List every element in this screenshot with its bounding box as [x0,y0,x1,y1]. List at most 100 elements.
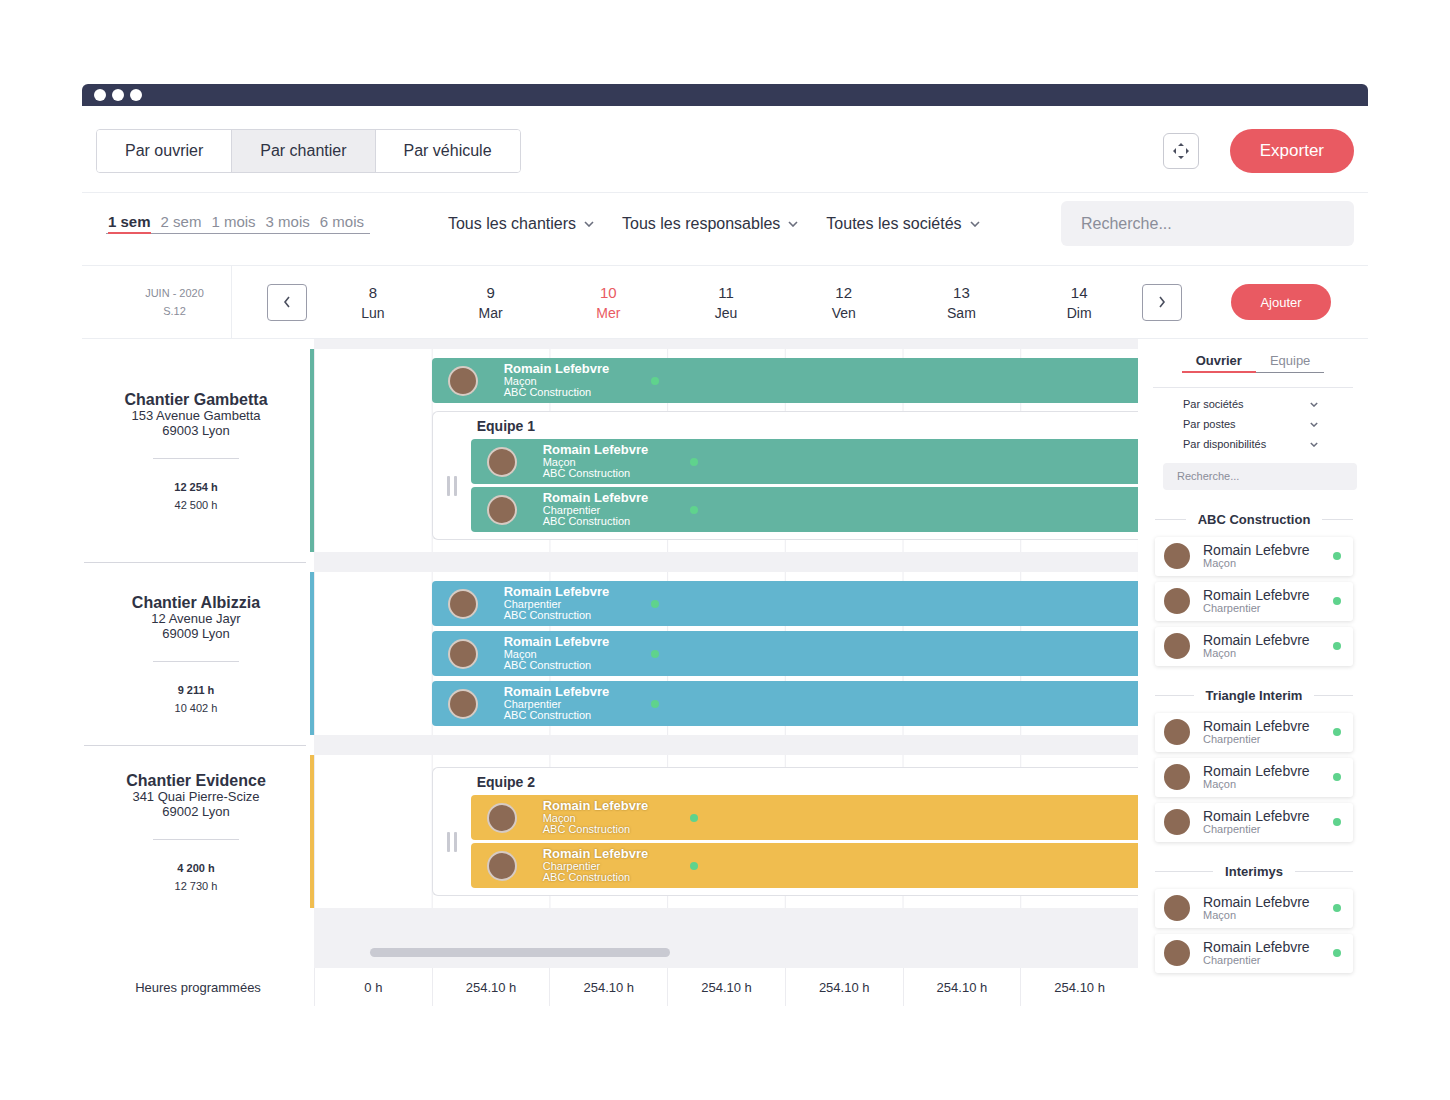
worker-bar[interactable]: Romain LefebvreCharpentierABC Constructi… [432,681,1138,726]
day-header[interactable]: 9Mar [432,284,550,321]
company-group: Triangle Interim Romain LefebvreCharpenti… [1138,688,1368,842]
chantier-address: 153 Avenue Gambetta [131,409,260,423]
dropdown-label: Tous les responsables [622,215,780,233]
worker-role: Charpentier [1203,603,1310,615]
avatar-photo [1162,631,1192,661]
worker-card[interactable]: Romain LefebvreMaçon [1155,537,1353,576]
day-header[interactable]: 13Sam [903,284,1021,321]
drag-handle-icon[interactable] [433,795,471,888]
worker-card[interactable]: Romain LefebvreMaçon [1155,889,1353,928]
scroll-area [82,908,1138,968]
worker-name: Romain Lefebvre [1203,940,1310,955]
chantier-info[interactable]: Chantier Albizzia12 Avenue Jayr69009 Lyo… [82,572,310,735]
spacer-left [82,908,314,968]
worker-text: Romain LefebvreMaçonABC Construction [543,443,683,480]
day-columns: 8Lun9Mar10Mer11Jeu12Ven13Sam14Dim [314,266,1138,338]
grid-spacer [82,339,1138,349]
worker-card[interactable]: Romain LefebvreMaçon [1155,758,1353,797]
team-box[interactable]: Equipe 2Romain LefebvreMaçonABC Construc… [432,767,1138,896]
worker-bar[interactable]: Romain LefebvreMaçonABC Construction [471,439,1138,484]
day-name: Dim [1067,305,1092,321]
fullscreen-button[interactable] [1163,133,1199,169]
export-button[interactable]: Exporter [1230,129,1354,173]
worker-card-text: Romain LefebvreMaçon [1203,543,1310,569]
worker-panel: OuvrierEquipe Par sociétés Par postes Par d… [1138,339,1368,1006]
horizontal-scrollbar[interactable] [314,908,1138,968]
team-box[interactable]: Equipe 1Romain LefebvreMaçonABC Construc… [432,411,1138,540]
panel-filter-label: Par postes [1183,418,1236,431]
worker-card[interactable]: Romain LefebvreCharpentier [1155,713,1353,752]
panel-tab[interactable]: Ouvrier [1182,353,1256,373]
schedule-row: Romain LefebvreMaçonABC Construction [314,631,1138,676]
worker-card[interactable]: Romain LefebvreCharpentier [1155,582,1353,621]
availability-dot-icon [690,814,698,822]
scrollbar-thumb[interactable] [370,948,670,957]
prev-week-button[interactable] [267,284,307,321]
day-header[interactable]: 14Dim [1020,284,1138,321]
group-title: ABC Construction [1155,512,1353,527]
row-divider [84,745,306,746]
avatar-photo [1162,893,1192,923]
worker-bar[interactable]: Romain LefebvreMaçonABC Construction [471,795,1138,840]
chantier-schedule: Equipe 2Romain LefebvreMaçonABC Construc… [314,755,1138,908]
next-week-button[interactable] [1142,284,1182,321]
panel-filter[interactable]: Par disponibilités [1183,438,1318,451]
search-field[interactable]: Recherche... [1061,201,1354,246]
panel-search-field[interactable]: Recherche... [1163,463,1357,490]
day-header[interactable]: 12Ven [785,284,903,321]
window-dot-icon[interactable] [94,89,106,101]
worker-card-text: Romain LefebvreCharpentier [1203,940,1310,966]
window-dot-icon[interactable] [112,89,124,101]
day-header[interactable]: 8Lun [314,284,432,321]
worker-bar[interactable]: Romain LefebvreCharpentierABC Constructi… [432,581,1138,626]
avatar-photo [448,589,478,619]
filter-dropdown[interactable]: Toutes les sociétés [826,215,979,233]
chantier-info[interactable]: Chantier Gambetta153 Avenue Gambetta6900… [82,349,310,552]
worker-bar[interactable]: Romain LefebvreMaçonABC Construction [432,631,1138,676]
worker-text: Romain LefebvreMaçonABC Construction [543,799,683,836]
worker-card-text: Romain LefebvreCharpentier [1203,588,1310,614]
group-line [1322,519,1353,520]
filter-dropdown[interactable]: Tous les responsables [622,215,798,233]
day-header[interactable]: 10Mer [549,284,667,321]
worker-card[interactable]: Romain LefebvreCharpentier [1155,934,1353,973]
chantier-row: Chantier Evidence341 Quai Pierre-Scize69… [82,755,1138,908]
period-tab[interactable]: 1 mois [211,213,255,233]
schedule-row: Equipe 2Romain LefebvreMaçonABC Construc… [314,764,1138,899]
panel-tab[interactable]: Equipe [1256,353,1324,373]
period-tab[interactable]: 3 mois [266,213,310,233]
view-tab[interactable]: Par véhicule [375,130,520,172]
view-tab[interactable]: Par ouvrier [97,130,231,172]
worker-card[interactable]: Romain LefebvreCharpentier [1155,803,1353,842]
chevron-down-icon [788,221,798,227]
worker-card[interactable]: Romain LefebvreMaçon [1155,627,1353,666]
day-number: 11 [718,284,734,301]
chevron-left-icon [283,296,291,308]
period-tab[interactable]: 6 mois [320,213,364,233]
availability-dot-icon [651,700,659,708]
panel-filter[interactable]: Par sociétés [1183,398,1318,411]
filter-dropdown[interactable]: Tous les chantiers [448,215,594,233]
worker-name: Romain Lefebvre [1203,809,1310,824]
period-tab[interactable]: 2 sem [161,213,202,233]
day-header[interactable]: 11Jeu [667,284,785,321]
avatar-photo [1162,586,1192,616]
worker-bar[interactable]: Romain LefebvreCharpentierABC Constructi… [471,487,1138,532]
panel-filter[interactable]: Par postes [1183,418,1318,431]
avatar-photo [487,851,517,881]
group-title: Triangle Interim [1155,688,1353,703]
availability-dot-icon [1333,818,1341,826]
group-title: Interimys [1155,864,1353,879]
worker-bar[interactable]: Romain LefebvreCharpentierABC Constructi… [471,843,1138,888]
chantier-info[interactable]: Chantier Evidence341 Quai Pierre-Scize69… [82,755,310,908]
chantier-schedule: Romain LefebvreMaçonABC ConstructionEqui… [314,349,1138,552]
view-tab[interactable]: Par chantier [231,130,374,172]
worker-bar[interactable]: Romain LefebvreMaçonABC Construction [432,358,1138,403]
window-dot-icon[interactable] [130,89,142,101]
drag-handle-icon[interactable] [433,439,471,532]
title-bar [82,84,1368,106]
add-button[interactable]: Ajouter [1231,284,1331,320]
period-tabs: 1 sem 2 sem 1 mois 3 mois 6 mois [106,213,370,234]
filter-bar: 1 sem 2 sem 1 mois 3 mois 6 mois Tous les cha… [82,193,1368,266]
period-tab[interactable]: 1 sem [108,213,151,234]
